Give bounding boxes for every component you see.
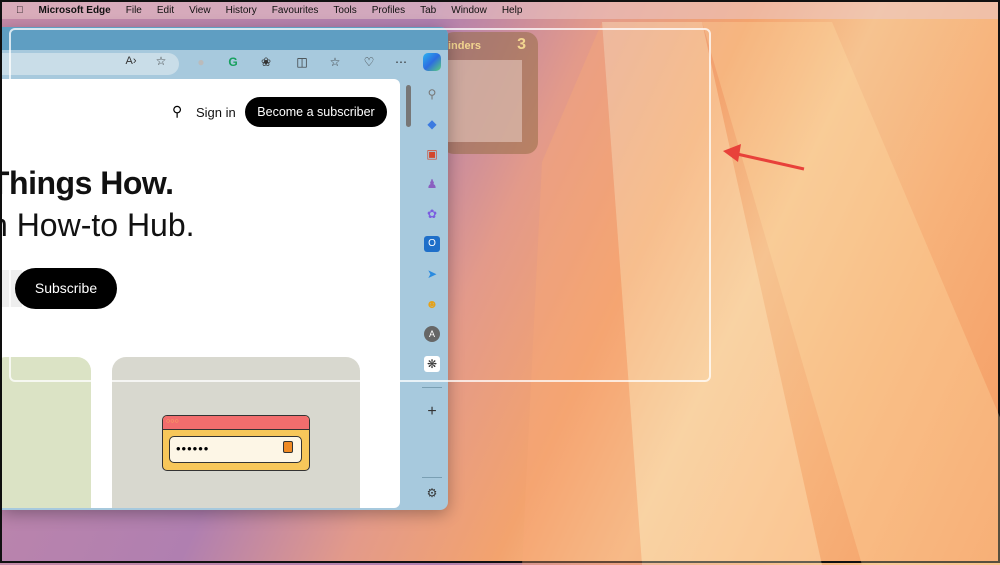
menu-help[interactable]: Help [502,5,523,16]
menu-history[interactable]: History [226,5,257,16]
menu-favourites[interactable]: Favourites [272,5,319,16]
menu-bar:  Microsoft Edge File Edit View History … [2,2,998,19]
menu-profiles[interactable]: Profiles [372,5,405,16]
menu-window[interactable]: Window [451,5,487,16]
settings-gear-icon[interactable]: ⚙ [424,485,440,501]
add-icon[interactable]: + [424,404,440,420]
apple-icon[interactable]:  [16,5,24,16]
password-dots: •••••• [176,441,210,456]
sidebar-divider [422,387,442,388]
red-arrow-annotation [723,144,805,171]
sidebar-divider [422,477,442,478]
menu-edit[interactable]: Edit [157,5,174,16]
menu-file[interactable]: File [126,5,142,16]
lock-icon [283,441,293,453]
selection-rectangle [9,28,711,382]
menu-app-name[interactable]: Microsoft Edge [39,5,111,16]
menu-tab[interactable]: Tab [420,5,436,16]
menu-tools[interactable]: Tools [333,5,356,16]
password-illustration: ○○○ •••••• [162,415,310,471]
menu-view[interactable]: View [189,5,211,16]
